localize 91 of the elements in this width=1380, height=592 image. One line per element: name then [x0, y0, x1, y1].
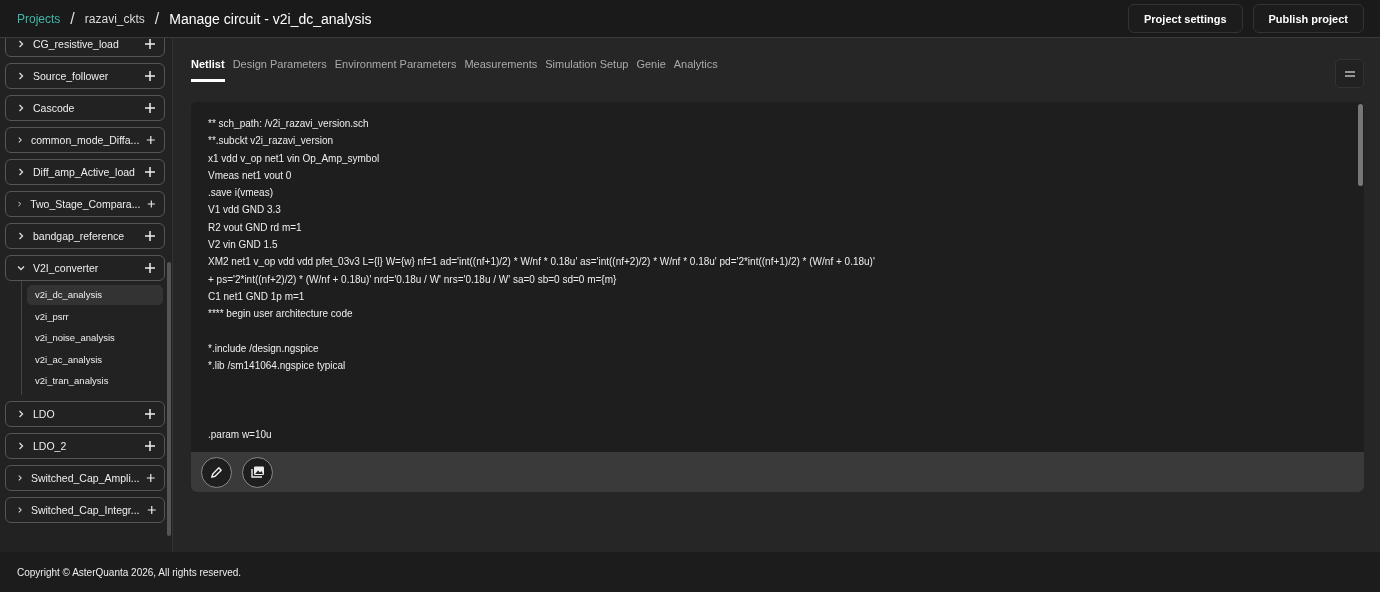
folder-label: Source_follower	[33, 70, 110, 82]
tab[interactable]: Design Parameters	[232, 56, 327, 82]
code-line: XM2 net1 v_op vdd vdd pfet_03v3 L={l} W={w} nf=1 ad='int((nf+1)/2) * W/nf * 0.18u' as='int((nf+2)/2) * W/nf * 0.18u' pd='2*int((nf+1)/2) * (W/nf + 0.18u)'	[208, 255, 876, 270]
analysis-item[interactable]: v2i_dc_analysis	[27, 285, 163, 305]
code-line: V2 vin GND 1.5	[208, 238, 279, 253]
folder-label: bandgap_reference	[33, 230, 126, 242]
circuit-folder[interactable]: CG_resistive_load	[5, 38, 165, 57]
header-button[interactable]: Publish project	[1252, 4, 1364, 33]
add-icon[interactable]	[146, 503, 156, 516]
tab[interactable]: Analytics	[673, 56, 718, 82]
breadcrumb-separator: /	[154, 9, 160, 28]
add-icon[interactable]	[144, 230, 156, 242]
add-icon[interactable]	[144, 102, 156, 114]
code-line: ** sch_path: /v2i_razavi_version.sch	[208, 117, 370, 131]
circuit-folder[interactable]: V2I_converter	[5, 255, 165, 281]
menu-button[interactable]	[1335, 59, 1364, 88]
code-line: *.include /design.ngspice	[208, 341, 320, 356]
code-line: **** begin user architecture code	[208, 307, 354, 322]
code-line: x1 vdd v_op net1 vin Op_Amp_symbol	[208, 151, 381, 166]
copyright-text: Copyright © AsterQuanta 2026, All rights reserved.	[17, 566, 242, 578]
code-line: R2 vout GND rd m=1	[208, 220, 303, 235]
circuit-folder[interactable]: Switched_Cap_Integr...	[5, 496, 165, 523]
folder-label: CG_resistive_load	[33, 38, 120, 50]
add-icon[interactable]	[144, 407, 156, 420]
folder-label: Cascode	[33, 102, 76, 114]
folder-label: common_mode_Diffa...	[31, 134, 140, 146]
add-icon[interactable]	[146, 134, 156, 146]
chevron-icon[interactable]	[16, 231, 26, 241]
chevron-icon[interactable]	[16, 199, 24, 209]
image-button[interactable]	[242, 456, 273, 488]
code-line: **.subckt v2i_razavi_version	[208, 134, 335, 149]
breadcrumb-separator: /	[70, 9, 75, 28]
tab[interactable]: Genie	[636, 56, 666, 82]
chevron-icon[interactable]	[16, 504, 24, 515]
folder-label: LDO	[33, 407, 56, 420]
folder-label: Switched_Cap_Ampli...	[30, 471, 140, 484]
chevron-icon[interactable]	[16, 167, 26, 177]
folder-label: Diff_amp_Active_load	[33, 166, 136, 178]
circuit-folder[interactable]: common_mode_Diffa...	[5, 127, 165, 153]
code-line: .save i(vmeas)	[208, 186, 274, 201]
chevron-icon[interactable]	[16, 408, 26, 419]
add-icon[interactable]	[144, 166, 156, 178]
pencil-icon[interactable]	[209, 464, 224, 480]
circuit-folder[interactable]: LDO_2	[5, 432, 165, 459]
tab[interactable]: Netlist	[191, 56, 225, 82]
code-line: Vmeas net1 vout 0	[208, 168, 293, 183]
tab[interactable]: Environment Parameters	[334, 56, 457, 82]
chevron-icon[interactable]	[16, 263, 26, 273]
chevron-icon[interactable]	[16, 135, 24, 145]
add-icon[interactable]	[144, 38, 156, 50]
folder-label: Switched_Cap_Integr...	[30, 503, 140, 516]
chevron-icon[interactable]	[16, 39, 26, 49]
add-icon[interactable]	[144, 70, 156, 82]
analysis-item[interactable]: v2i_noise_analysis	[27, 328, 163, 349]
tab[interactable]: Measurements	[464, 56, 538, 82]
code-line: .param w=10u	[208, 428, 273, 443]
edit-button[interactable]	[201, 456, 232, 488]
code-line: C1 net1 GND 1p m=1	[208, 289, 306, 304]
circuit-folder[interactable]: Switched_Cap_Ampli...	[5, 464, 165, 491]
circuit-folder[interactable]: bandgap_reference	[5, 223, 165, 249]
code-line: + ps='2*int((nf+2)/2) * (W/nf + 0.18u)' nrd='0.18u / W' nrs='0.18u / W' sa=0 sb=0 sd=0 m={m}	[208, 272, 618, 287]
code-line: *.lib /sm141064.ngspice typical	[208, 359, 347, 374]
chevron-icon[interactable]	[16, 71, 26, 81]
analysis-item[interactable]: v2i_tran_analysis	[27, 371, 163, 392]
chevron-icon[interactable]	[16, 103, 26, 113]
scrollbar[interactable]	[167, 262, 171, 536]
add-icon[interactable]	[146, 471, 156, 484]
circuit-folder[interactable]: Two_Stage_Compara...	[5, 191, 165, 217]
add-icon[interactable]	[144, 439, 156, 452]
menu-icon[interactable]	[1343, 69, 1356, 78]
add-icon[interactable]	[147, 198, 156, 210]
circuit-folder[interactable]: Diff_amp_Active_load	[5, 159, 165, 185]
scrollbar[interactable]	[1358, 104, 1363, 186]
header-button[interactable]: Project settings	[1128, 4, 1243, 33]
analysis-item[interactable]: v2i_psrr	[27, 306, 163, 327]
breadcrumb-link[interactable]: razavi_ckts	[84, 11, 145, 26]
chevron-icon[interactable]	[16, 440, 26, 451]
images-icon[interactable]	[249, 464, 266, 480]
circuit-folder[interactable]: Cascode	[5, 95, 165, 121]
circuit-folder[interactable]: LDO	[5, 400, 165, 427]
code-line: V1 vdd GND 3.3	[208, 203, 282, 218]
breadcrumb-link[interactable]: Projects	[17, 11, 61, 26]
analysis-item[interactable]: v2i_ac_analysis	[27, 349, 163, 370]
page-title: Manage circuit - v2i_dc_analysis	[169, 10, 372, 27]
circuit-folder[interactable]: Source_follower	[5, 63, 165, 89]
chevron-icon[interactable]	[16, 472, 24, 483]
add-icon[interactable]	[144, 262, 156, 274]
folder-label: LDO_2	[33, 439, 68, 452]
folder-label: Two_Stage_Compara...	[30, 198, 141, 210]
tab[interactable]: Simulation Setup	[545, 56, 629, 82]
folder-label: V2I_converter	[33, 262, 100, 274]
